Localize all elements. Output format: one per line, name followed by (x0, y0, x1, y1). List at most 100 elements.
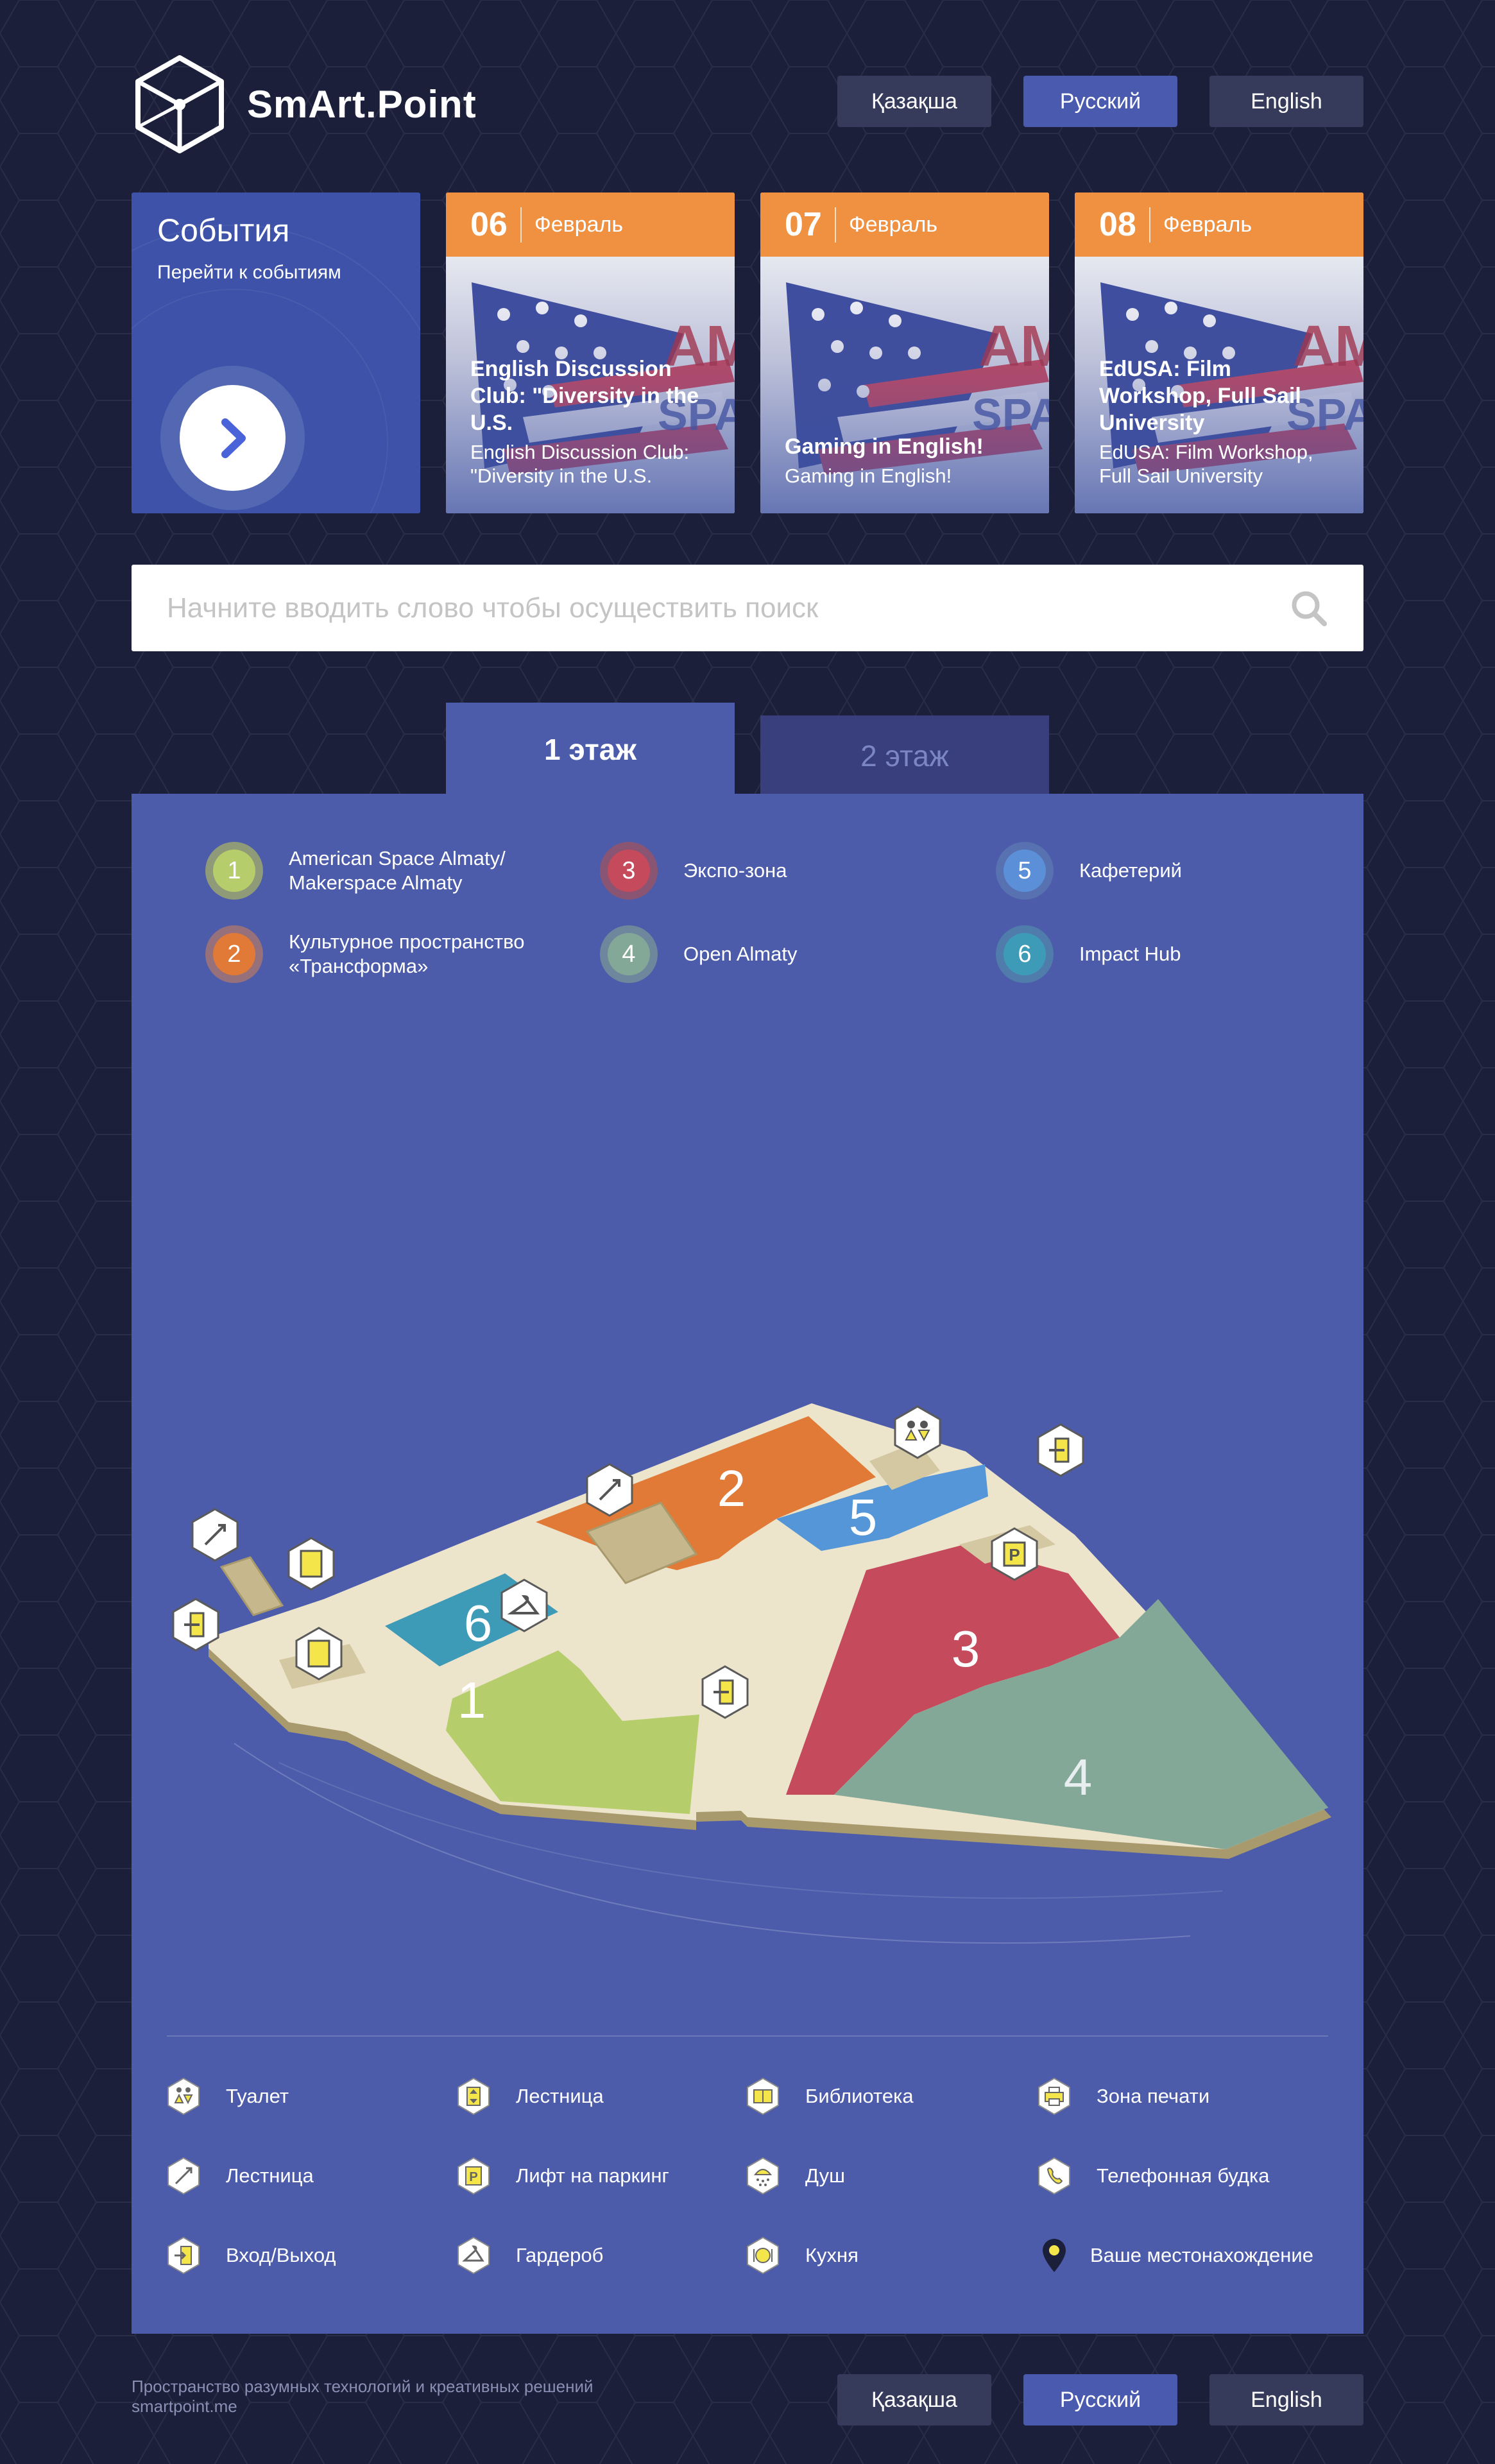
event-date: 07 Февраль (760, 193, 1049, 257)
zone-number: 4 (608, 933, 650, 975)
event-title: English Discussion Club: "Diversity in t… (470, 357, 699, 435)
zone-label: Кафетерий (1079, 859, 1182, 882)
map-zone-1-label: 1 (457, 1672, 486, 1729)
legend-label: Библиотека (805, 2085, 914, 2107)
legend-label: Кухня (805, 2244, 859, 2266)
map-zone-3-label: 3 (952, 1620, 980, 1677)
toilet-icon (167, 2077, 200, 2116)
legend-item: Библиотека (746, 2077, 914, 2116)
zone-item[interactable]: 4 Open Almaty (600, 925, 985, 983)
zone-badge: 3 (600, 842, 658, 900)
location-pin-icon (1043, 2239, 1066, 2272)
zone-item[interactable]: 5 Кафетерий (996, 842, 1381, 900)
escalator-icon (167, 2157, 200, 2195)
zone-badge: 6 (996, 925, 1054, 983)
tab-floor-2[interactable]: 2 этаж (760, 715, 1049, 796)
date-separator (834, 207, 836, 243)
parking-lift-icon: P (457, 2157, 490, 2195)
logo[interactable]: SmArt.Point (132, 55, 477, 154)
event-text: EdUSA: Film Workshop, Full Sail Universi… (1099, 355, 1347, 488)
search-input[interactable] (167, 592, 1258, 624)
date-separator (520, 207, 522, 243)
kitchen-icon (747, 2236, 779, 2275)
map-zone-4-label: 4 (1064, 1749, 1093, 1806)
chevron-right-icon (221, 418, 246, 458)
tab-floor-1[interactable]: 1 этаж (446, 703, 735, 796)
event-card[interactable]: 07 Февраль AM SPA Gaming in English! Gam… (760, 193, 1049, 513)
lang-english-button[interactable]: English (1209, 2374, 1363, 2426)
map-zone-6-label: 6 (464, 1595, 493, 1652)
zone-item[interactable]: 3 Экспо-зона (600, 842, 985, 900)
parking-lift-icon: P (1003, 1541, 1026, 1567)
floor-map[interactable]: 1 2 3 4 5 6 P (132, 1243, 1363, 1981)
phone-icon (1038, 2157, 1070, 2195)
events-title: События (157, 212, 290, 248)
map-marker-entrance[interactable] (1037, 1423, 1084, 1477)
stairs-icon (307, 1639, 330, 1668)
legend-label: Гардероб (516, 2244, 604, 2266)
event-text: Gaming in English! Gaming in English! (785, 433, 1033, 488)
search-bar (132, 565, 1363, 651)
library-icon (747, 2077, 779, 2116)
event-subtitle: Gaming in English! (785, 465, 952, 487)
event-month: Февраль (1163, 212, 1252, 237)
events-strip: События Перейти к событиям 06 Февраль AM… (132, 193, 1363, 513)
lang-russian-button[interactable]: Русский (1023, 76, 1177, 127)
map-marker-stairs[interactable] (287, 1537, 335, 1591)
shower-icon (747, 2157, 779, 2195)
legend-item: P Лифт на паркинг (457, 2157, 669, 2195)
language-switcher: Қазақша Русский English (837, 76, 1363, 127)
map-marker-escalator[interactable] (191, 1508, 239, 1562)
zone-label: Impact Hub (1079, 943, 1181, 965)
zone-number: 5 (1004, 850, 1046, 892)
legend-label: Ваше местонахождение (1090, 2244, 1313, 2266)
event-card[interactable]: 08 Февраль AM SPA EdUSA: Film Workshop, … (1075, 193, 1363, 513)
lang-russian-button[interactable]: Русский (1023, 2374, 1177, 2426)
legend-label: Душ (805, 2164, 846, 2187)
floor-tabs: 1 этаж 2 этаж (446, 703, 1049, 796)
legend-label: Зона печати (1097, 2085, 1210, 2107)
events-intro-card[interactable]: События Перейти к событиям (132, 193, 420, 513)
event-card[interactable]: 06 Февраль AM SPA English Discussion Clu… (446, 193, 735, 513)
zone-label: Open Almaty (683, 943, 798, 965)
lang-kazakh-button[interactable]: Қазақша (837, 76, 991, 127)
legend-item: Телефонная будка (1038, 2157, 1269, 2195)
legend-divider (167, 2035, 1328, 2037)
legend-label: Вход/Выход (226, 2244, 336, 2266)
legend-item: Кухня (746, 2236, 859, 2275)
event-date: 06 Февраль (446, 193, 735, 257)
event-title: Gaming in English! (785, 434, 984, 459)
event-month: Февраль (848, 212, 938, 237)
legend-item: Лестница (167, 2157, 314, 2195)
zone-badge: 4 (600, 925, 658, 983)
stairs-icon (457, 2077, 490, 2116)
event-subtitle: EdUSA: Film Workshop, Full Sail Universi… (1099, 441, 1313, 487)
floor-panel: 1 American Space Almaty/ Makerspace Alma… (132, 794, 1363, 2334)
events-link[interactable]: Перейти к событиям (157, 262, 341, 284)
lang-kazakh-button[interactable]: Қазақша (837, 2374, 991, 2426)
zone-label: Культурное пространство «Трансформа» (289, 930, 525, 977)
event-date: 08 Февраль (1075, 193, 1363, 257)
footer-site-link[interactable]: smartpoint.me (132, 2397, 594, 2417)
legend-label: Телефонная будка (1097, 2164, 1270, 2187)
zone-label: American Space Almaty/ Makerspace Almaty (289, 847, 506, 894)
legend-item: Душ (746, 2157, 845, 2195)
legend-item: Зона печати (1038, 2077, 1209, 2116)
footer-language-switcher: Қазақша Русский English (837, 2374, 1363, 2426)
wardrobe-icon (457, 2236, 490, 2275)
zone-number: 3 (608, 850, 650, 892)
search-icon[interactable] (1290, 589, 1328, 628)
event-day: 07 (785, 206, 822, 243)
zone-item[interactable]: 2 Культурное пространство «Трансформа» (205, 925, 590, 983)
event-title: EdUSA: Film Workshop, Full Sail Universi… (1099, 357, 1301, 435)
svg-text:P: P (469, 2170, 477, 2184)
lang-english-button[interactable]: English (1209, 76, 1363, 127)
legend-item: Лестница (457, 2077, 604, 2116)
footer-tagline: Пространство разумных технологий и креат… (132, 2377, 594, 2396)
zone-item[interactable]: 6 Impact Hub (996, 925, 1381, 983)
event-day: 08 (1099, 206, 1136, 243)
events-arrow-button[interactable] (160, 366, 305, 510)
zone-item[interactable]: 1 American Space Almaty/ Makerspace Alma… (205, 842, 590, 900)
legend-label: Лестница (516, 2085, 604, 2107)
cube-logo-icon (135, 55, 224, 153)
